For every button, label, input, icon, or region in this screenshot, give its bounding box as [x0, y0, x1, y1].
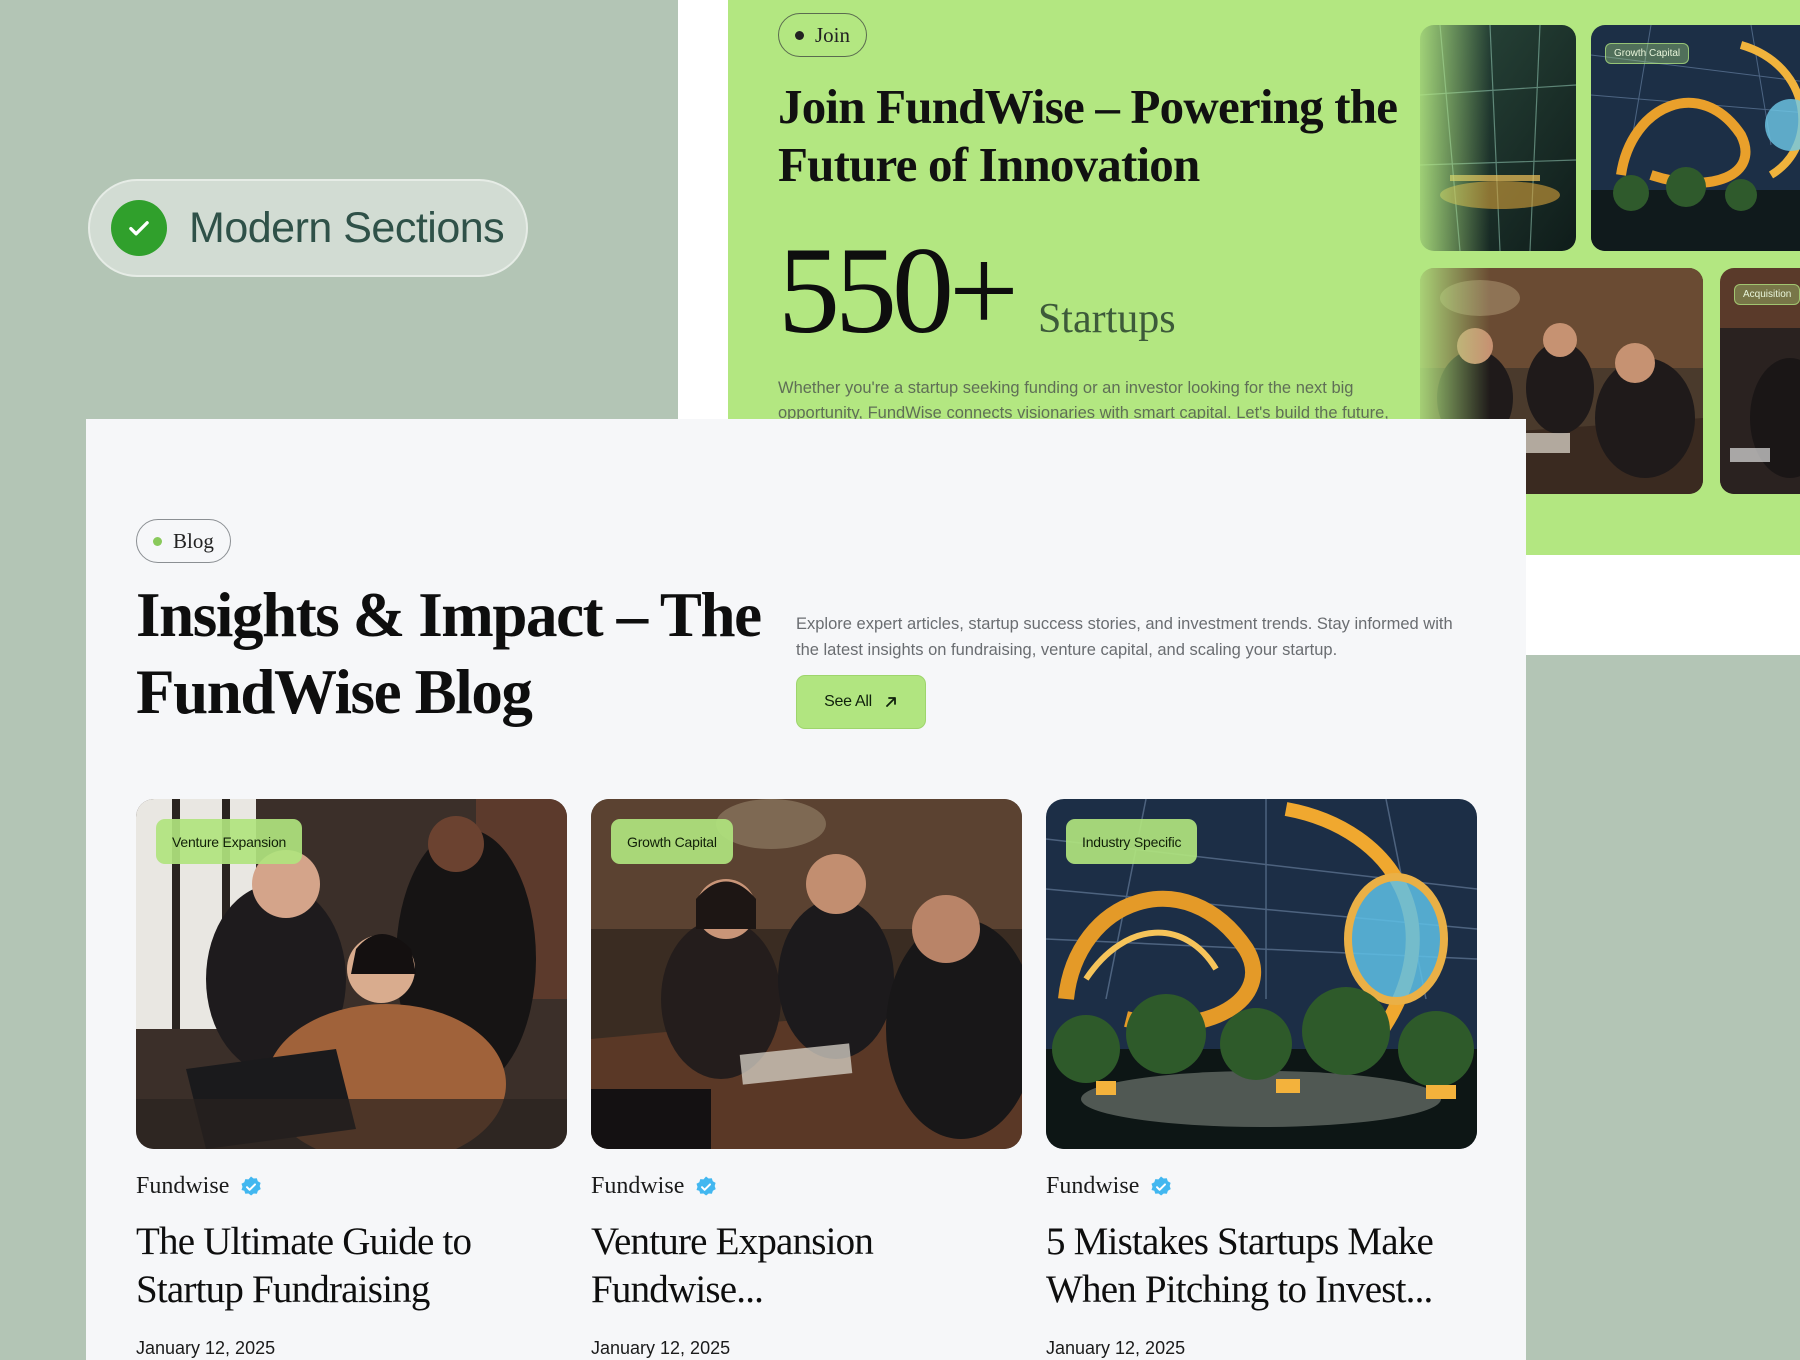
verified-badge-icon	[696, 1176, 717, 1195]
blog-post-list: Venture Expansion Fundwise The Ultimate …	[136, 799, 1477, 1359]
post-author: Fundwise	[1046, 1173, 1477, 1200]
join-title: Join FundWise – Powering the Future of I…	[778, 79, 1398, 192]
blog-description: Explore expert articles, startup success…	[796, 615, 1453, 659]
bullet-dot-icon	[795, 30, 804, 40]
post-author-name: Fundwise	[136, 1173, 230, 1199]
join-pill: Join	[778, 13, 868, 57]
post-date: January 12, 2025	[591, 1338, 731, 1358]
post-thumbnail[interactable]: Venture Expansion	[136, 799, 567, 1149]
post-title[interactable]: 5 Mistakes Startups Make When Pitching t…	[1046, 1218, 1477, 1314]
mosaic-image-office: Acquisition	[1720, 268, 1800, 494]
backdrop-strip	[678, 0, 728, 420]
blog-pill: Blog	[136, 519, 231, 563]
post-author: Fundwise	[591, 1173, 1022, 1200]
check-circle-icon	[111, 200, 167, 256]
feature-badge-label: Modern Sections	[189, 203, 505, 252]
post-category-tag[interactable]: Venture Expansion	[156, 819, 303, 864]
see-all-label: See All	[824, 693, 872, 710]
join-pill-label: Join	[815, 22, 851, 47]
post-date: January 12, 2025	[136, 1338, 276, 1358]
bullet-dot-icon	[153, 536, 162, 546]
mosaic-tag: Growth Capital	[1605, 43, 1690, 64]
verified-badge-icon	[1151, 1176, 1172, 1195]
post-thumbnail[interactable]: Industry Specific	[1046, 799, 1477, 1149]
arrow-up-right-icon	[885, 697, 896, 707]
startups-stat: 550+ Startups	[778, 220, 1176, 362]
post-category-tag[interactable]: Industry Specific	[1066, 819, 1198, 864]
stat-unit: Startups	[1037, 296, 1176, 342]
feature-badge: Modern Sections	[88, 179, 528, 277]
mosaic-tag: Acquisition	[1734, 284, 1800, 305]
post-date: January 12, 2025	[1046, 1338, 1186, 1358]
blog-pill-label: Blog	[173, 528, 214, 553]
blog-post-card[interactable]: Venture Expansion Fundwise The Ultimate …	[136, 799, 567, 1359]
blog-post-card[interactable]: Growth Capital Fundwise Venture Expansio…	[591, 799, 1022, 1359]
see-all-button[interactable]: See All	[796, 675, 926, 729]
verified-badge-icon	[241, 1176, 262, 1195]
post-category-tag[interactable]: Growth Capital	[611, 819, 733, 864]
post-author-name: Fundwise	[591, 1173, 685, 1199]
blog-post-card[interactable]: Industry Specific Fundwise 5 Mistakes St…	[1046, 799, 1477, 1359]
mosaic-image-dome: Growth Capital	[1591, 25, 1800, 251]
post-title[interactable]: The Ultimate Guide to Startup Fundraisin…	[136, 1218, 567, 1314]
stat-value: 550+	[778, 222, 1019, 359]
backdrop-strip	[1526, 555, 1800, 655]
post-thumbnail[interactable]: Growth Capital	[591, 799, 1022, 1149]
blog-section: Blog Insights & Impact – The FundWise Bl…	[86, 419, 1526, 1360]
post-author: Fundwise	[136, 1173, 567, 1200]
blog-title: Insights & Impact – The FundWise Blog	[136, 580, 762, 727]
post-author-name: Fundwise	[1046, 1173, 1140, 1199]
post-title[interactable]: Venture Expansion Fundwise...	[591, 1218, 1022, 1314]
